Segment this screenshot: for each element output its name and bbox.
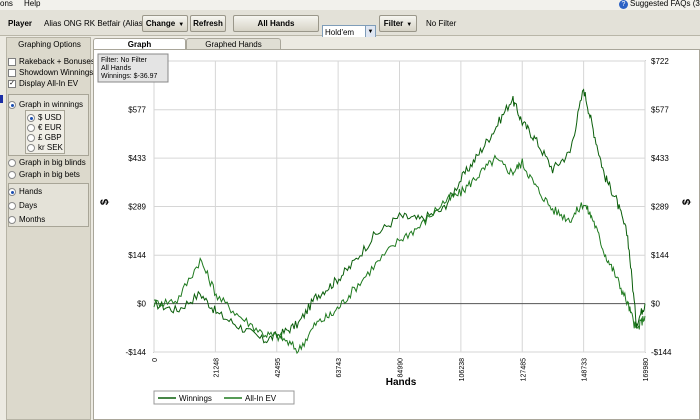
y-tick-label-right: -$144	[651, 348, 672, 357]
x-axis-title: Hands	[386, 377, 417, 388]
filter-info-line: All Hands	[101, 65, 131, 72]
currency-sek-label: kr SEK	[38, 143, 63, 152]
currency-sek-option[interactable]: kr SEK	[27, 143, 63, 152]
toolbar: Player Alias ONG RK Betfair (Alias) Chan…	[0, 10, 700, 40]
y-tick-label-right: $433	[651, 154, 669, 163]
y-tick-label-right: $577	[651, 106, 669, 115]
currency-gbp-option[interactable]: £ GBP	[27, 133, 62, 142]
graph-bets-radio[interactable]	[8, 170, 16, 179]
y-tick-label-right: $144	[651, 251, 669, 260]
rakeback-option[interactable]: Rakeback + Bonuses	[8, 57, 95, 66]
graph-bets-label: Graph in big bets	[19, 170, 80, 179]
currency-eur-option[interactable]: € EUR	[27, 123, 62, 132]
filter-status: No Filter	[426, 19, 457, 28]
xaxis-days-option[interactable]: Days	[8, 201, 37, 210]
x-tick-label: 0	[152, 358, 159, 362]
x-tick-label: 127485	[520, 358, 527, 381]
filter-info-line: Winnings: $-36.97	[101, 73, 158, 80]
help-icon[interactable]: ?	[619, 0, 628, 9]
filter-info-line: Filter: No Filter	[101, 57, 148, 64]
xaxis-months-option[interactable]: Months	[8, 215, 45, 224]
suggested-faqs-link[interactable]: Suggested FAQs (3)	[630, 0, 700, 8]
xaxis-months-label: Months	[19, 215, 46, 224]
y-tick-label-left: -$144	[126, 348, 147, 357]
xaxis-days-radio[interactable]	[8, 201, 16, 210]
y-tick-label-right: $0	[651, 300, 660, 309]
chart-legend: Winnings All-In EV	[153, 390, 295, 405]
graph-bb-option[interactable]: Graph in big blinds	[8, 158, 86, 167]
currency-eur-radio[interactable]	[27, 123, 35, 132]
change-button[interactable]: Change ▼	[142, 15, 188, 32]
graph-winnings-radio[interactable]	[8, 100, 16, 109]
graph-bb-label: Graph in big blinds	[19, 158, 86, 167]
rakeback-checkbox[interactable]	[8, 57, 16, 66]
y-tick-label-right: $722	[651, 57, 669, 66]
xaxis-days-label: Days	[19, 201, 38, 210]
y-tick-label-left: $144	[128, 251, 146, 260]
legend-label: All-In EV	[245, 394, 277, 403]
change-button-label: Change	[145, 19, 176, 28]
window-edge-marker	[0, 95, 3, 103]
game-type-value: Hold'em	[325, 28, 355, 37]
graphing-options-title: Graphing Options	[18, 40, 81, 49]
currency-gbp-radio[interactable]	[27, 133, 35, 142]
showdown-option[interactable]: Showdown Winnings	[8, 68, 93, 77]
filter-button-label: Filter	[383, 19, 404, 28]
filter-info-box: Filter: No FilterAll HandsWinnings: $-36…	[97, 53, 169, 83]
x-tick-label: 63743	[336, 358, 343, 378]
x-tick-label: 84990	[398, 358, 405, 378]
winnings-chart: 0 21248 42495 63743 84990 106238 127485 148733 1…	[97, 53, 693, 405]
all-hands-button[interactable]: All Hands	[233, 15, 319, 32]
xaxis-hands-label: Hands	[19, 187, 43, 196]
refresh-button[interactable]: Refresh	[190, 15, 226, 32]
x-tick-label: 106238	[459, 358, 466, 381]
x-tick-label: 169980	[643, 358, 650, 381]
tab-strip: Graph Graphed Hands	[93, 37, 700, 50]
chevron-down-icon: ▼	[406, 22, 413, 28]
x-tick-label: 21248	[213, 358, 220, 378]
currency-usd-radio[interactable]	[27, 113, 35, 122]
y-tick-label-left: $0	[137, 300, 146, 309]
currency-sek-radio[interactable]	[27, 143, 35, 152]
currency-eur-label: € EUR	[38, 123, 62, 132]
menu-options[interactable]: ons	[0, 0, 13, 8]
menu-help[interactable]: Help	[24, 0, 40, 8]
currency-gbp-label: £ GBP	[38, 133, 62, 142]
xaxis-hands-radio[interactable]	[8, 187, 16, 196]
graphing-options-panel: Graphing Options Rakeback + Bonuses Show…	[6, 37, 95, 420]
graph-winnings-label: Graph in winnings	[19, 100, 84, 109]
xaxis-months-radio[interactable]	[8, 215, 16, 224]
xaxis-hands-option[interactable]: Hands	[8, 187, 42, 196]
legend-label: Winnings	[179, 394, 212, 403]
allin-ev-option[interactable]: ✓ Display All-In EV	[8, 79, 78, 88]
graph-winnings-option[interactable]: Graph in winnings	[8, 100, 83, 109]
allin-ev-checkbox[interactable]: ✓	[8, 79, 16, 88]
x-tick-label: 42495	[275, 358, 282, 378]
chevron-down-icon: ▼	[178, 22, 185, 28]
allin-ev-label: Display All-In EV	[19, 79, 79, 88]
graph-bets-option[interactable]: Graph in big bets	[8, 170, 80, 179]
currency-usd-option[interactable]: $ USD	[27, 113, 62, 122]
graph-bb-radio[interactable]	[8, 158, 16, 167]
y-tick-label-left: $577	[128, 106, 146, 115]
rakeback-label: Rakeback + Bonuses	[19, 57, 95, 66]
filter-button[interactable]: Filter ▼	[379, 15, 417, 32]
showdown-label: Showdown Winnings	[19, 68, 94, 77]
showdown-checkbox[interactable]	[8, 68, 16, 77]
y-tick-label-right: $289	[651, 203, 669, 212]
y-tick-label-left: $289	[128, 203, 146, 212]
menu-bar: ons Help ? Suggested FAQs (3)	[0, 0, 700, 10]
currency-usd-label: $ USD	[38, 113, 62, 122]
y-axis-title-right: $	[681, 199, 693, 205]
player-label: Player	[8, 19, 33, 28]
y-tick-label-left: $433	[128, 154, 146, 163]
graph-area: 0 21248 42495 63743 84990 106238 127485 148733 1…	[93, 49, 700, 420]
player-name: Alias ONG RK Betfair (Alias)	[44, 19, 146, 28]
y-axis-title-left: $	[99, 199, 111, 205]
x-tick-label: 148733	[582, 358, 589, 381]
